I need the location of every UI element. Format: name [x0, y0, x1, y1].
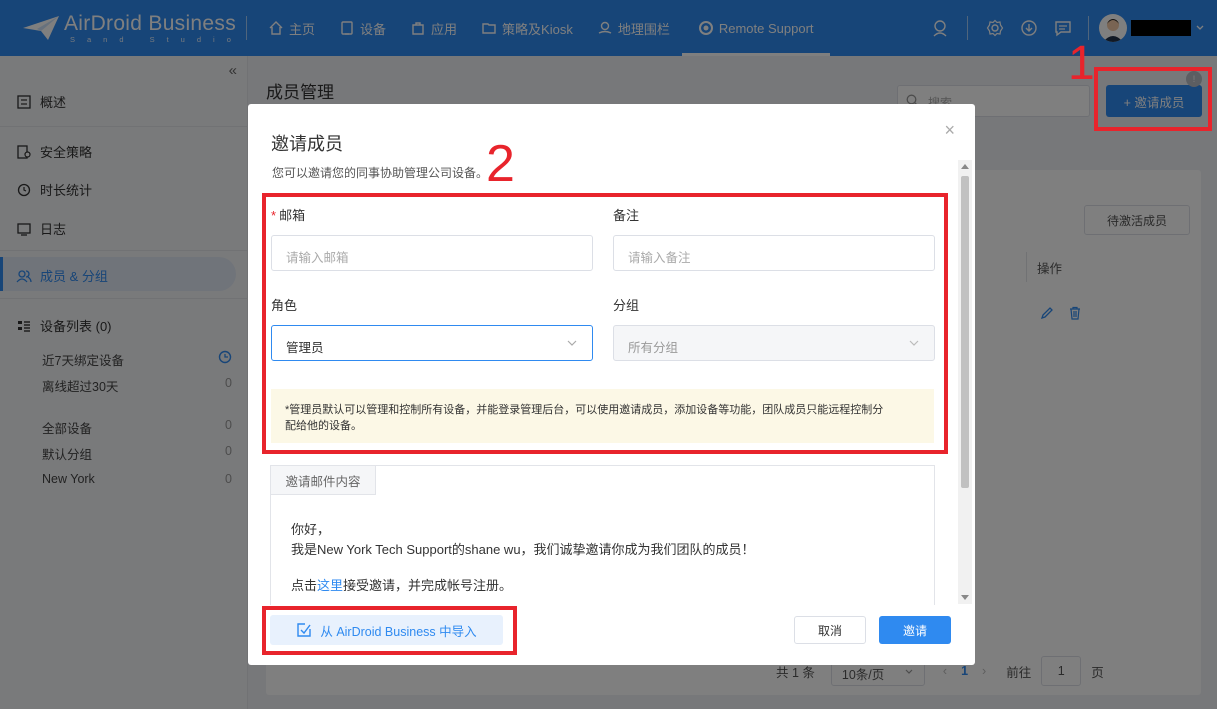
mail-body: 我是New York Tech Support的shane wu，我们诚挚邀请你… — [291, 542, 755, 557]
annotation-number-two: 2 — [486, 135, 515, 193]
invite-button[interactable]: 邀请 — [879, 616, 951, 644]
annotation-number-one: 1 — [1068, 37, 1095, 90]
group-select[interactable]: 所有分组 — [613, 325, 935, 361]
mail-click-line: 点击这里接受邀请，并完成帐号注册。 — [291, 575, 512, 594]
mail-content-tab[interactable]: 邀请邮件内容 — [271, 466, 376, 495]
scroll-up-arrow-icon[interactable] — [961, 164, 969, 169]
import-icon — [297, 623, 312, 637]
group-label: 分组 — [613, 298, 640, 313]
email-label: * 邮箱 — [271, 205, 305, 224]
chevron-down-icon — [909, 340, 919, 346]
email-label-text: 邮箱 — [279, 208, 306, 223]
note-label: 备注 — [613, 208, 640, 223]
invite-mail-preview: 邀请邮件内容 你好， 我是New York Tech Support的shane… — [270, 465, 935, 605]
role-tip-box: *管理员默认可以管理和控制所有设备，并能登录管理后台，可以使用邀请成员，添加设备… — [271, 389, 934, 443]
dialog-description: 您可以邀请您的同事协助管理公司设备。 — [272, 166, 489, 180]
group-select-value: 所有分组 — [628, 341, 679, 355]
close-icon[interactable]: × — [944, 120, 955, 141]
import-button-label: 从 AirDroid Business 中导入 — [320, 624, 477, 639]
dialog-scrollbar[interactable] — [958, 160, 972, 604]
tip-text-line: 配给他的设备。 — [285, 420, 362, 432]
scrollbar-thumb[interactable] — [961, 176, 969, 488]
mail-greeting: 你好， — [291, 522, 331, 537]
dialog-title: 邀请成员 — [271, 134, 343, 154]
cancel-button[interactable]: 取消 — [794, 616, 866, 644]
role-select[interactable]: 管理员 — [271, 325, 593, 361]
role-label: 角色 — [271, 298, 298, 313]
import-from-airdroid-button[interactable]: 从 AirDroid Business 中导入 — [270, 615, 503, 645]
mail-click-suffix: 接受邀请，并完成帐号注册。 — [343, 578, 513, 593]
tip-text-line: *管理员默认可以管理和控制所有设备，并能登录管理后台，可以使用邀请成员，添加设备… — [285, 404, 884, 416]
role-select-value: 管理员 — [286, 341, 324, 355]
email-field[interactable]: 请输入邮箱 — [271, 235, 593, 271]
mail-accept-link[interactable]: 这里 — [317, 578, 343, 593]
required-marker: * — [271, 208, 277, 223]
scroll-down-arrow-icon[interactable] — [961, 595, 969, 600]
note-field[interactable]: 请输入备注 — [613, 235, 935, 271]
chevron-down-icon — [567, 340, 577, 346]
mail-click-prefix: 点击 — [291, 578, 318, 593]
